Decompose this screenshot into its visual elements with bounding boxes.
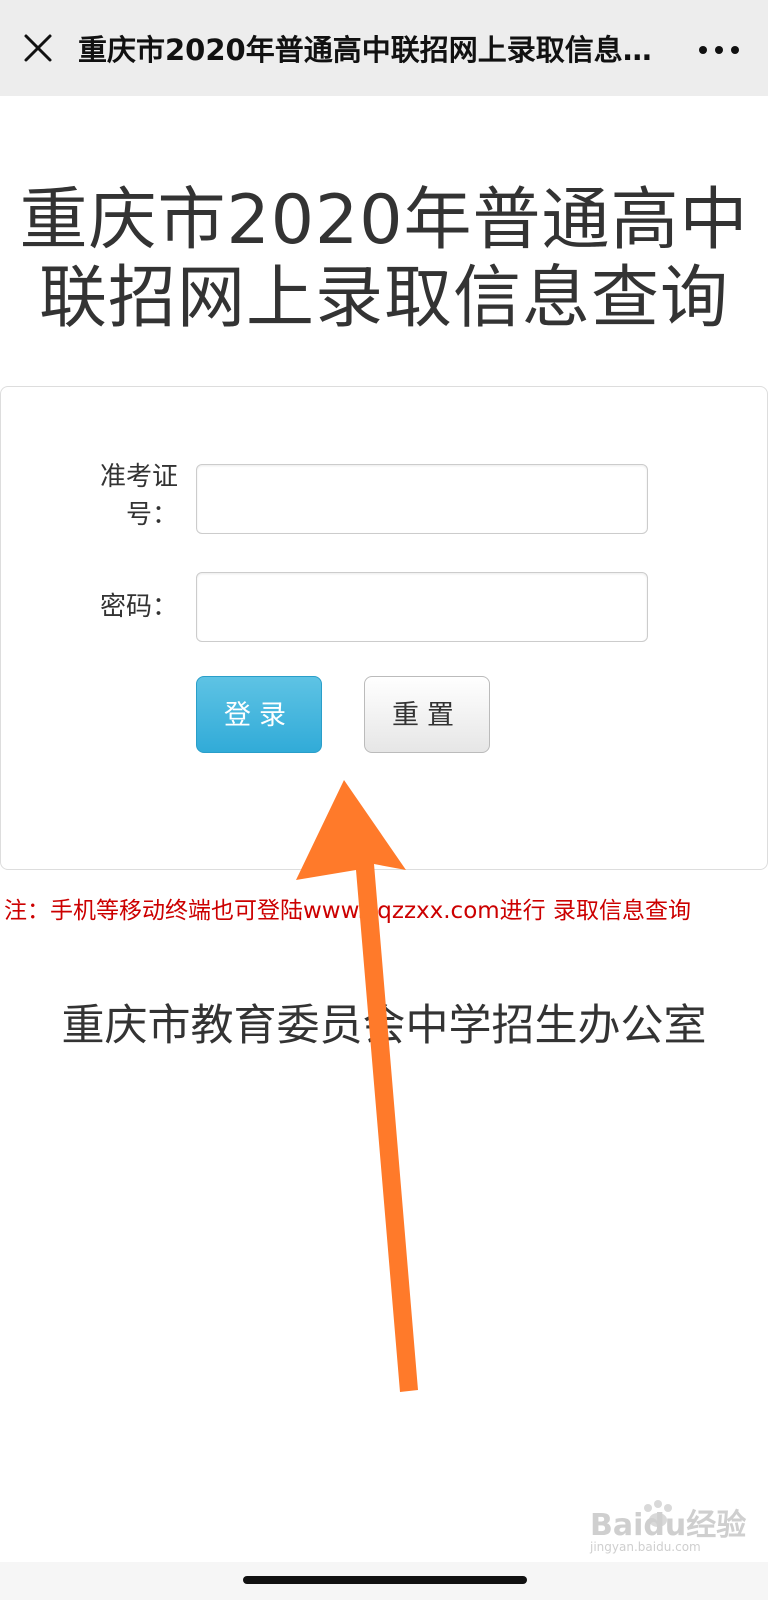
password-label: 密码： bbox=[99, 592, 178, 622]
page-title-line2: 联招网上录取信息查询 bbox=[38, 259, 729, 338]
password-input[interactable] bbox=[196, 572, 648, 642]
reset-button[interactable]: 重置 bbox=[364, 676, 490, 753]
org-name: 重庆市教育委员会中学招生办公室 bbox=[61, 1001, 707, 1051]
close-icon bbox=[24, 34, 52, 62]
notice-text: 注：手机等移动终端也可登陆www.cqzzxx.com进行 录取信息查询 bbox=[4, 898, 691, 924]
more-icon bbox=[699, 46, 739, 54]
nav-title: 重庆市2020年普通高中联招网上录取信息查询 bbox=[78, 33, 678, 67]
page-title-line1: 重庆市2020年普通高中 bbox=[19, 181, 749, 260]
exam-id-label: 准考证 号： bbox=[88, 458, 178, 534]
exam-id-label-line1: 准考证 bbox=[99, 462, 178, 492]
top-nav-bar: 重庆市2020年普通高中联招网上录取信息查询 bbox=[0, 0, 768, 96]
watermark-sub: jingyan.baidu.com bbox=[590, 1540, 701, 1554]
annotation-arrow-icon bbox=[296, 780, 418, 1392]
exam-id-input[interactable] bbox=[196, 464, 648, 534]
login-button[interactable]: 登录 bbox=[196, 676, 322, 753]
exam-id-label-line2: 号： bbox=[125, 500, 178, 530]
watermark-text: Baidu经验 bbox=[590, 1508, 747, 1543]
home-indicator-area bbox=[0, 1562, 768, 1600]
home-indicator[interactable] bbox=[243, 1576, 527, 1584]
close-button[interactable] bbox=[18, 28, 58, 68]
page-title: 重庆市2020年普通高中 联招网上录取信息查询 bbox=[0, 182, 768, 338]
more-button[interactable] bbox=[692, 30, 746, 70]
